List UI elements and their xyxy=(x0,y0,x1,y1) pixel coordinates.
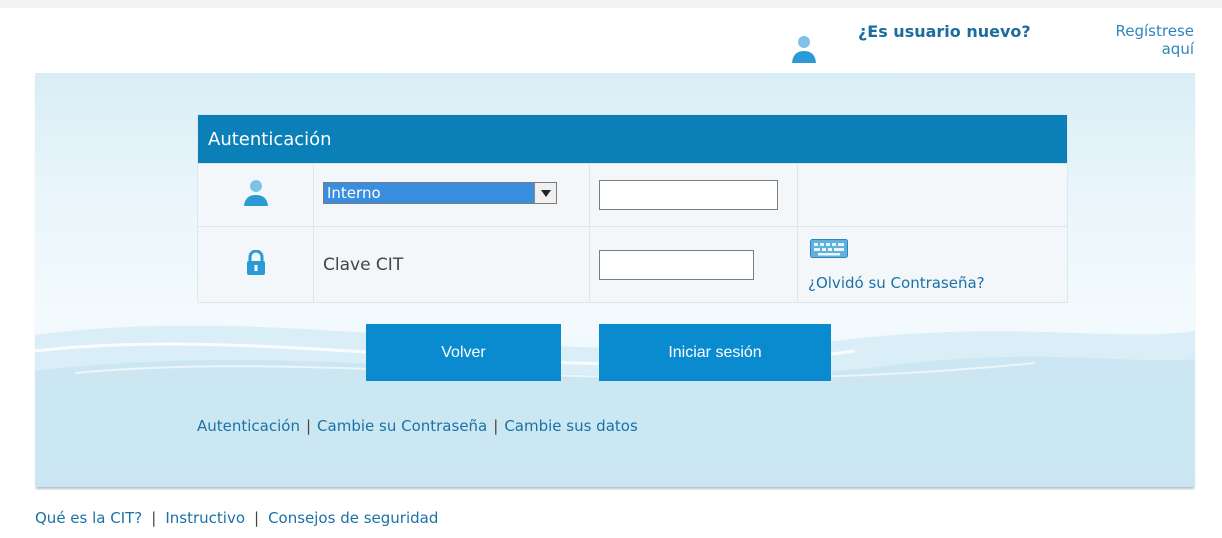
footer-links: Qué es la CIT? | Instructivo | Consejos de s… xyxy=(35,509,438,527)
account-links: Autenticación | Cambie su Contraseña | Cambi… xyxy=(197,417,638,435)
separator: | xyxy=(305,417,312,435)
user-id-input[interactable] xyxy=(599,180,778,210)
password-label-cell: Clave CIT xyxy=(314,227,590,302)
lock-icon xyxy=(246,249,266,280)
new-user-question: ¿Es usuario nuevo? xyxy=(858,22,1031,41)
password-row: Clave CIT ¿Olvidó su Contraseña? xyxy=(198,226,1067,302)
separator: | xyxy=(151,509,157,527)
user-type-selected: Interno xyxy=(324,183,534,203)
change-password-link[interactable]: Cambie su Contraseña xyxy=(317,417,487,435)
login-button[interactable]: Iniciar sesión xyxy=(599,324,831,381)
auth-form: Autenticación Interno Clave CIT ¿Olvidó … xyxy=(197,114,1068,303)
user-type-select[interactable]: Interno xyxy=(323,182,557,204)
security-tips-link[interactable]: Consejos de seguridad xyxy=(268,509,438,527)
authentication-link[interactable]: Autenticación xyxy=(197,417,300,435)
user-input-cell xyxy=(590,164,798,226)
user-row-empty-cell xyxy=(798,164,1067,226)
user-icon xyxy=(243,179,269,211)
top-strip xyxy=(0,0,1222,8)
back-button[interactable]: Volver xyxy=(366,324,561,381)
user-type-cell: Interno xyxy=(314,164,590,226)
instructions-link[interactable]: Instructivo xyxy=(165,509,245,527)
what-is-cit-link[interactable]: Qué es la CIT? xyxy=(35,509,142,527)
forgot-password-link[interactable]: ¿Olvidó su Contraseña? xyxy=(808,274,985,292)
password-row-icon-cell xyxy=(198,227,314,302)
change-data-link[interactable]: Cambie sus datos xyxy=(504,417,637,435)
user-row: Interno xyxy=(198,163,1067,226)
separator: | xyxy=(254,509,260,527)
login-panel: Autenticación Interno Clave CIT ¿Olvidó … xyxy=(35,73,1195,487)
auth-title: Autenticación xyxy=(198,115,1067,163)
chevron-down-icon[interactable] xyxy=(534,183,556,203)
password-input-cell xyxy=(590,227,798,302)
password-input[interactable] xyxy=(599,249,754,280)
separator: | xyxy=(493,417,499,435)
register-link[interactable]: Regístrese aquí xyxy=(1084,22,1194,58)
keyboard-icon[interactable] xyxy=(810,239,848,262)
password-extras-cell: ¿Olvidó su Contraseña? xyxy=(798,227,1067,302)
password-label: Clave CIT xyxy=(323,254,404,275)
user-icon xyxy=(790,34,818,64)
user-row-icon-cell xyxy=(198,164,314,226)
